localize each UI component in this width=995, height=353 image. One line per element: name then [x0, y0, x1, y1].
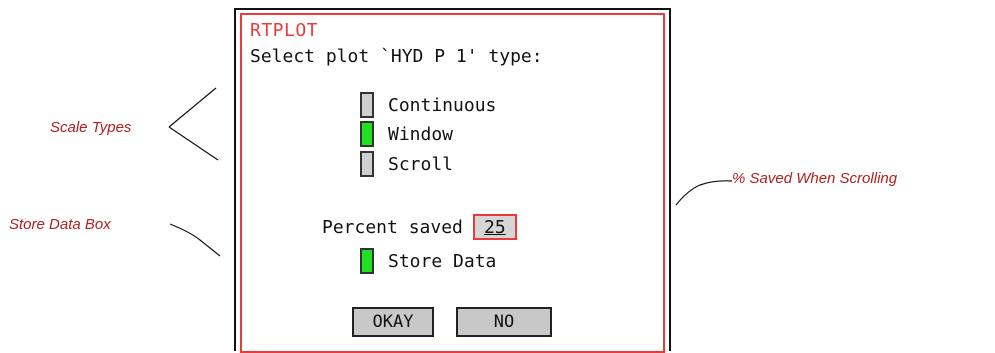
window-label: Window — [388, 123, 454, 145]
dialog-title: RTPLOT — [250, 20, 319, 41]
dialog-prompt: Select plot `HYD P 1' type: — [250, 46, 543, 67]
store-data-box-callout: Store Data Box — [9, 216, 111, 233]
percent-saved-line — [675, 180, 733, 206]
store-data-option[interactable]: Store Data — [360, 247, 496, 275]
scale-option-window[interactable]: Window — [360, 120, 453, 148]
store-data-toggle[interactable] — [360, 248, 374, 274]
percent-saved-callout: % Saved When Scrolling — [732, 170, 898, 187]
scale-option-scroll[interactable]: Scroll — [360, 150, 453, 178]
no-button[interactable]: NO — [456, 307, 552, 337]
scale-types-callout: Scale Types — [50, 119, 132, 136]
store-data-label: Store Data — [388, 250, 497, 272]
continuous-label: Continuous — [388, 94, 497, 116]
scale-types-line-lower — [168, 126, 219, 161]
window-toggle[interactable] — [360, 121, 374, 147]
continuous-toggle[interactable] — [360, 92, 374, 118]
store-data-box-line — [169, 223, 221, 257]
scroll-label: Scroll — [388, 153, 454, 175]
scale-types-line-upper — [168, 87, 217, 128]
percent-saved-label: Percent saved — [322, 216, 463, 238]
scale-option-continuous[interactable]: Continuous — [360, 91, 496, 119]
percent-saved-value: 25 — [484, 216, 506, 238]
rtplot-dialog: RTPLOT Select plot `HYD P 1' type: Conti… — [234, 8, 671, 353]
scroll-toggle[interactable] — [360, 151, 374, 177]
okay-button[interactable]: OKAY — [352, 307, 434, 337]
percent-saved-input[interactable]: 25 — [472, 214, 517, 240]
percent-saved-row: Percent saved 25 — [322, 214, 517, 240]
